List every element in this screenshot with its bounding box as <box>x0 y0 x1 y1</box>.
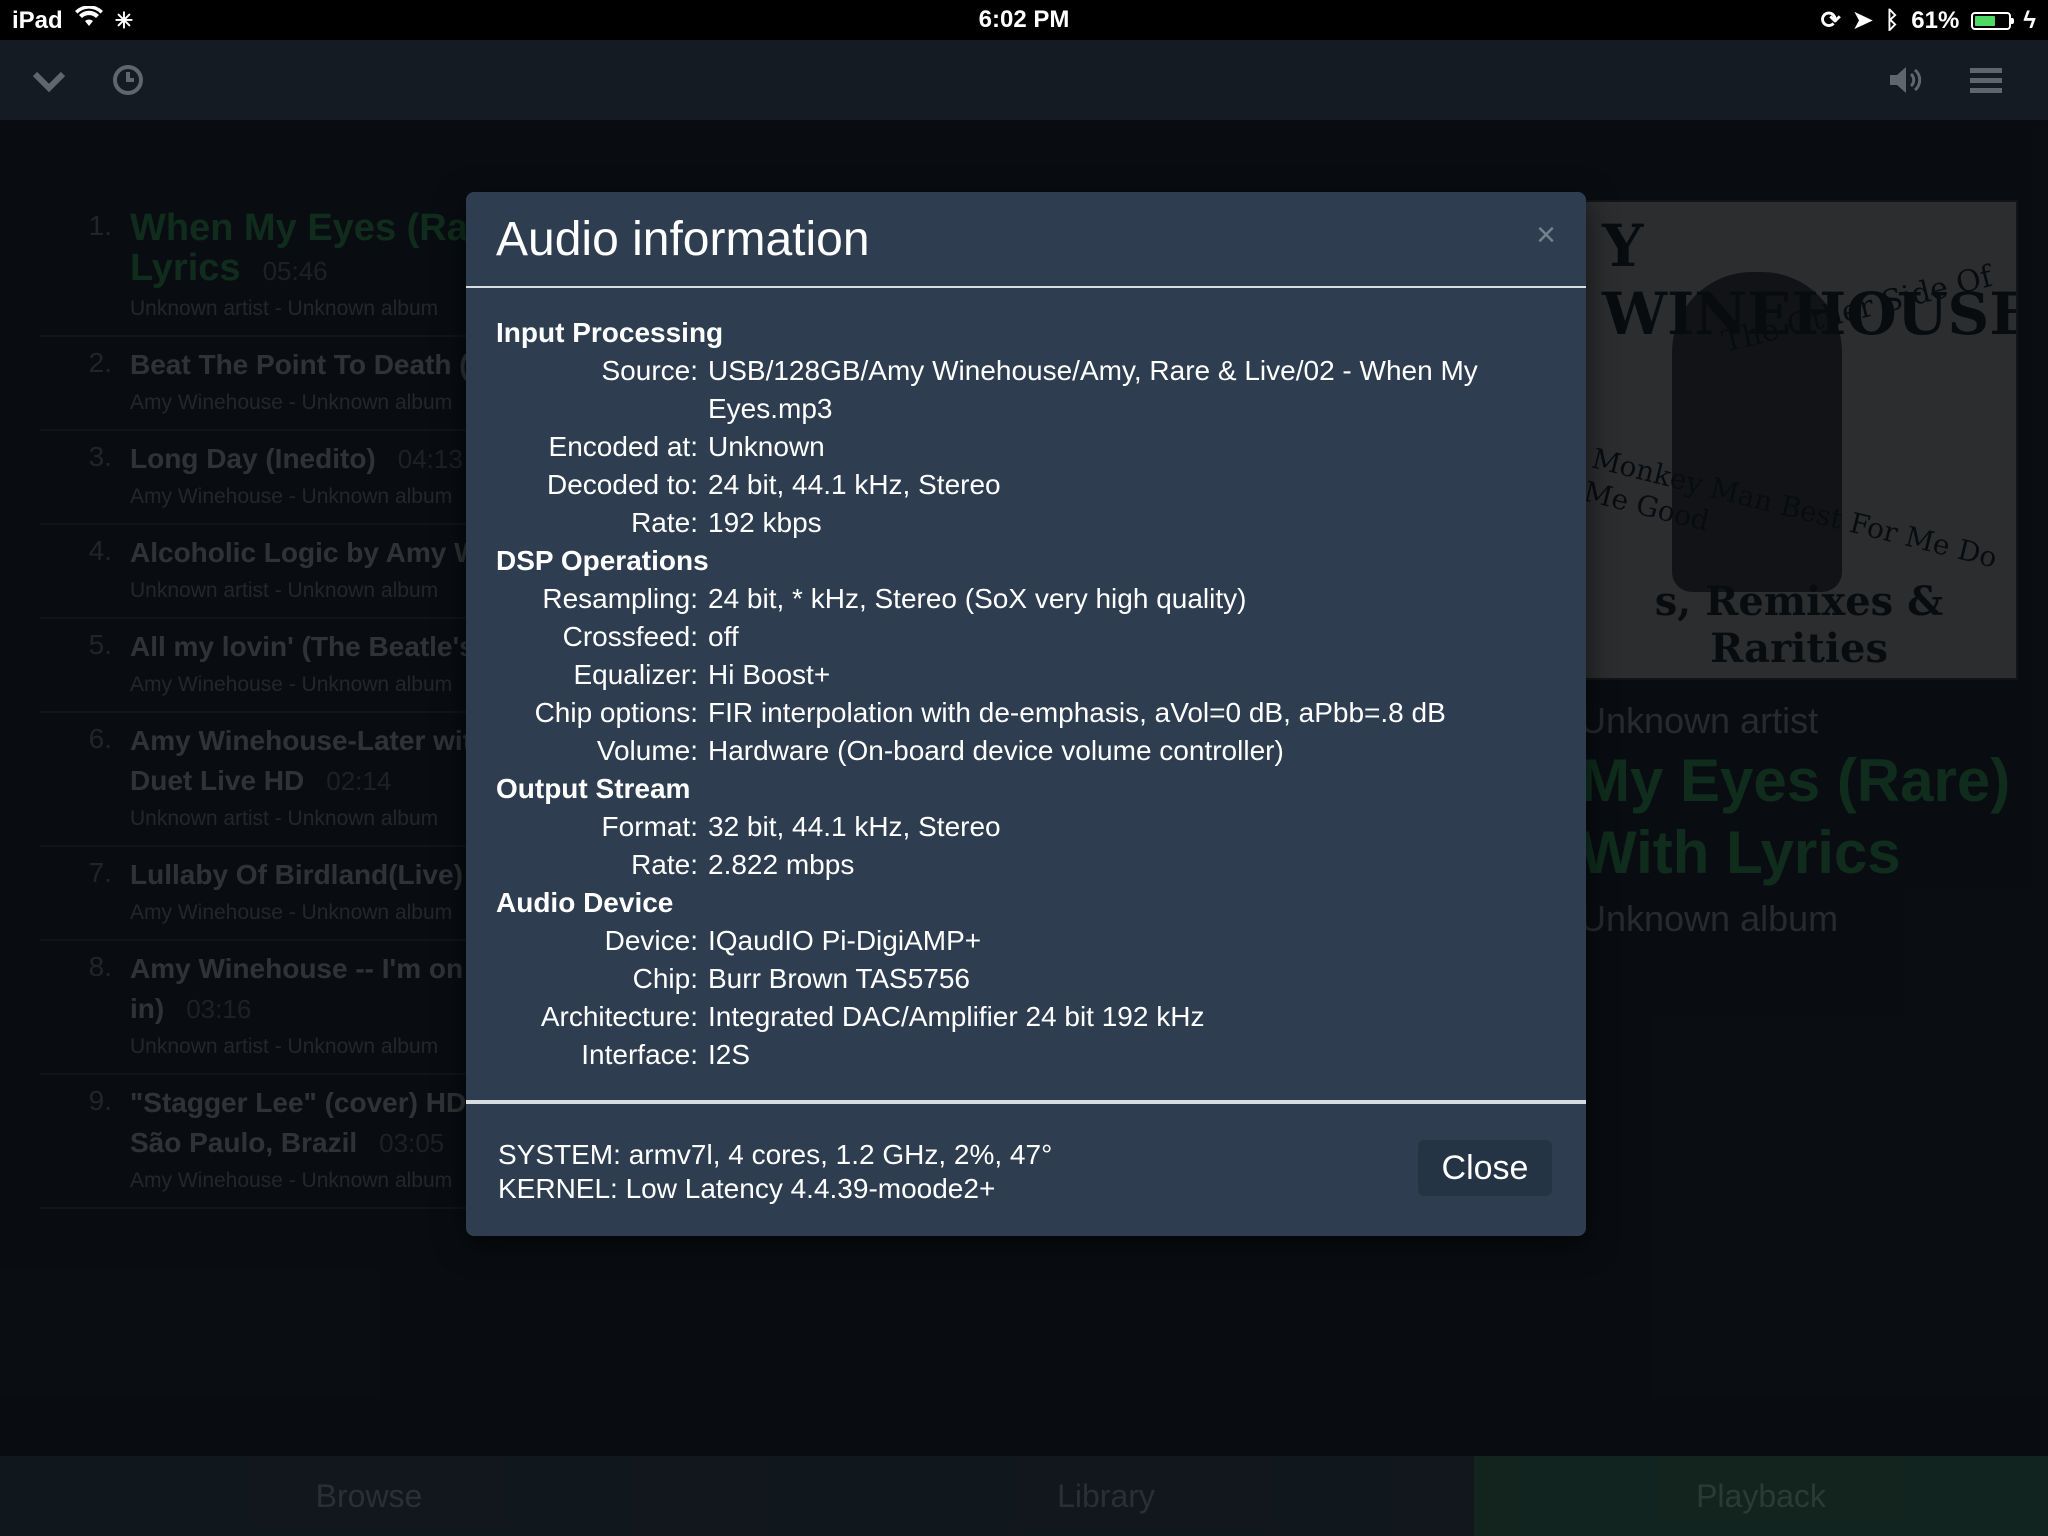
info-label: Interface: <box>581 1039 698 1070</box>
info-value: Burr Brown TAS5756 <box>708 963 970 994</box>
info-row: Decoded to: 24 bit, 44.1 kHz, Stereo <box>496 466 1556 504</box>
info-label: Encoded at: <box>548 431 698 462</box>
info-label: Source: <box>601 355 699 386</box>
info-row: Resampling: 24 bit, * kHz, Stereo (SoX ve… <box>496 580 1556 618</box>
volume-icon[interactable] <box>1888 58 1924 106</box>
clock-icon[interactable] <box>112 58 144 106</box>
tab-library[interactable]: Library <box>738 1456 1474 1536</box>
info-row: Volume: Hardware (On-board device volume … <box>496 732 1556 770</box>
status-bar: iPad ✳ 6:02 PM ⟳ ➤ ᛒ 61% ϟ <box>0 0 2048 40</box>
info-label: Equalizer: <box>573 659 698 690</box>
info-value: 192 kbps <box>708 507 822 538</box>
info-label: Resampling: <box>542 583 698 614</box>
dialog-title: Audio information <box>496 213 870 266</box>
section-heading: Output Stream <box>496 773 691 804</box>
info-value: 24 bit, * kHz, Stereo (SoX very high qua… <box>708 583 1247 614</box>
info-value: FIR interpolation with de-emphasis, aVol… <box>708 697 1446 728</box>
bluetooth-icon: ᛒ <box>1884 6 1900 34</box>
info-label: Decoded to: <box>547 469 698 500</box>
info-value: IQaudIO Pi-DigiAMP+ <box>708 925 982 956</box>
info-label: Device: <box>604 925 698 956</box>
info-row: Interface: I2S <box>496 1036 1556 1074</box>
dialog-header: Audio information × <box>466 192 1586 288</box>
section-heading: Input Processing <box>496 317 724 348</box>
close-button[interactable]: Close <box>1418 1140 1552 1196</box>
toolbar <box>0 40 2048 120</box>
location-icon: ➤ <box>1852 7 1873 34</box>
menu-icon[interactable] <box>1970 58 2002 104</box>
info-value: I2S <box>708 1039 751 1070</box>
info-value: Hardware (On-board device volume control… <box>708 735 1284 766</box>
info-label: Crossfeed: <box>562 621 698 652</box>
dialog-body: Input Processing Source: USB/128GB/Amy Win… <box>466 288 1586 1074</box>
info-row: Chip options: FIR interpolation with de-e… <box>496 694 1556 732</box>
bottom-tab-bar: Browse Library Playback <box>0 1456 2048 1536</box>
info-row: Rate: 192 kbps <box>496 504 1556 542</box>
audio-info-dialog: Audio information × Input Processing Sour… <box>466 192 1586 1236</box>
battery-percent: 61% <box>1911 6 1960 34</box>
dialog-footer: SYSTEM: armv7l, 4 cores, 1.2 GHz, 2%, 47… <box>466 1100 1586 1236</box>
info-value: 2.822 mbps <box>708 849 855 880</box>
info-label: Chip: <box>632 963 698 994</box>
info-label: Chip options: <box>534 697 698 728</box>
info-row: Chip: Burr Brown TAS5756 <box>496 960 1556 998</box>
info-row: Source: USB/128GB/Amy Winehouse/Amy, Rare… <box>496 352 1556 428</box>
charging-icon: ϟ <box>2023 6 2036 34</box>
info-row: Rate: 2.822 mbps <box>496 846 1556 884</box>
info-value: Integrated DAC/Amplifier 24 bit 192 kHz <box>708 1001 1205 1032</box>
info-row: Encoded at: Unknown <box>496 428 1556 466</box>
chevron-down-icon[interactable] <box>32 58 66 104</box>
info-value: 32 bit, 44.1 kHz, Stereo <box>708 811 1001 842</box>
info-value: off <box>708 621 739 652</box>
kernel-info: KERNEL: Low Latency 4.4.39-moode2+ <box>498 1173 996 1204</box>
info-label: Architecture: <box>540 1001 698 1032</box>
info-value: USB/128GB/Amy Winehouse/Amy, Rare & Live… <box>708 355 1478 424</box>
info-label: Format: <box>601 811 698 842</box>
info-value: Unknown <box>708 431 825 462</box>
rotation-lock-icon: ⟳ <box>1820 7 1841 34</box>
info-label: Volume: <box>596 735 698 766</box>
clock: 6:02 PM <box>978 6 1070 33</box>
tab-browse[interactable]: Browse <box>0 1456 738 1536</box>
info-value: Hi Boost+ <box>708 659 831 690</box>
info-row: Format: 32 bit, 44.1 kHz, Stereo <box>496 808 1556 846</box>
info-label: Rate: <box>631 507 698 538</box>
system-info: SYSTEM: armv7l, 4 cores, 1.2 GHz, 2%, 47… <box>498 1139 1053 1170</box>
tab-playback[interactable]: Playback <box>1474 1456 2048 1536</box>
section-heading: DSP Operations <box>496 545 709 576</box>
info-value: 24 bit, 44.1 kHz, Stereo <box>708 469 1001 500</box>
close-icon[interactable]: × <box>1536 216 1556 255</box>
info-row: Equalizer: Hi Boost+ <box>496 656 1556 694</box>
section-heading: Audio Device <box>496 887 674 918</box>
battery-icon <box>1971 11 2015 30</box>
info-row: Architecture: Integrated DAC/Amplifier 24… <box>496 998 1556 1036</box>
info-row: Crossfeed: off <box>496 618 1556 656</box>
info-row: Device: IQaudIO Pi-DigiAMP+ <box>496 922 1556 960</box>
info-label: Rate: <box>631 849 698 880</box>
